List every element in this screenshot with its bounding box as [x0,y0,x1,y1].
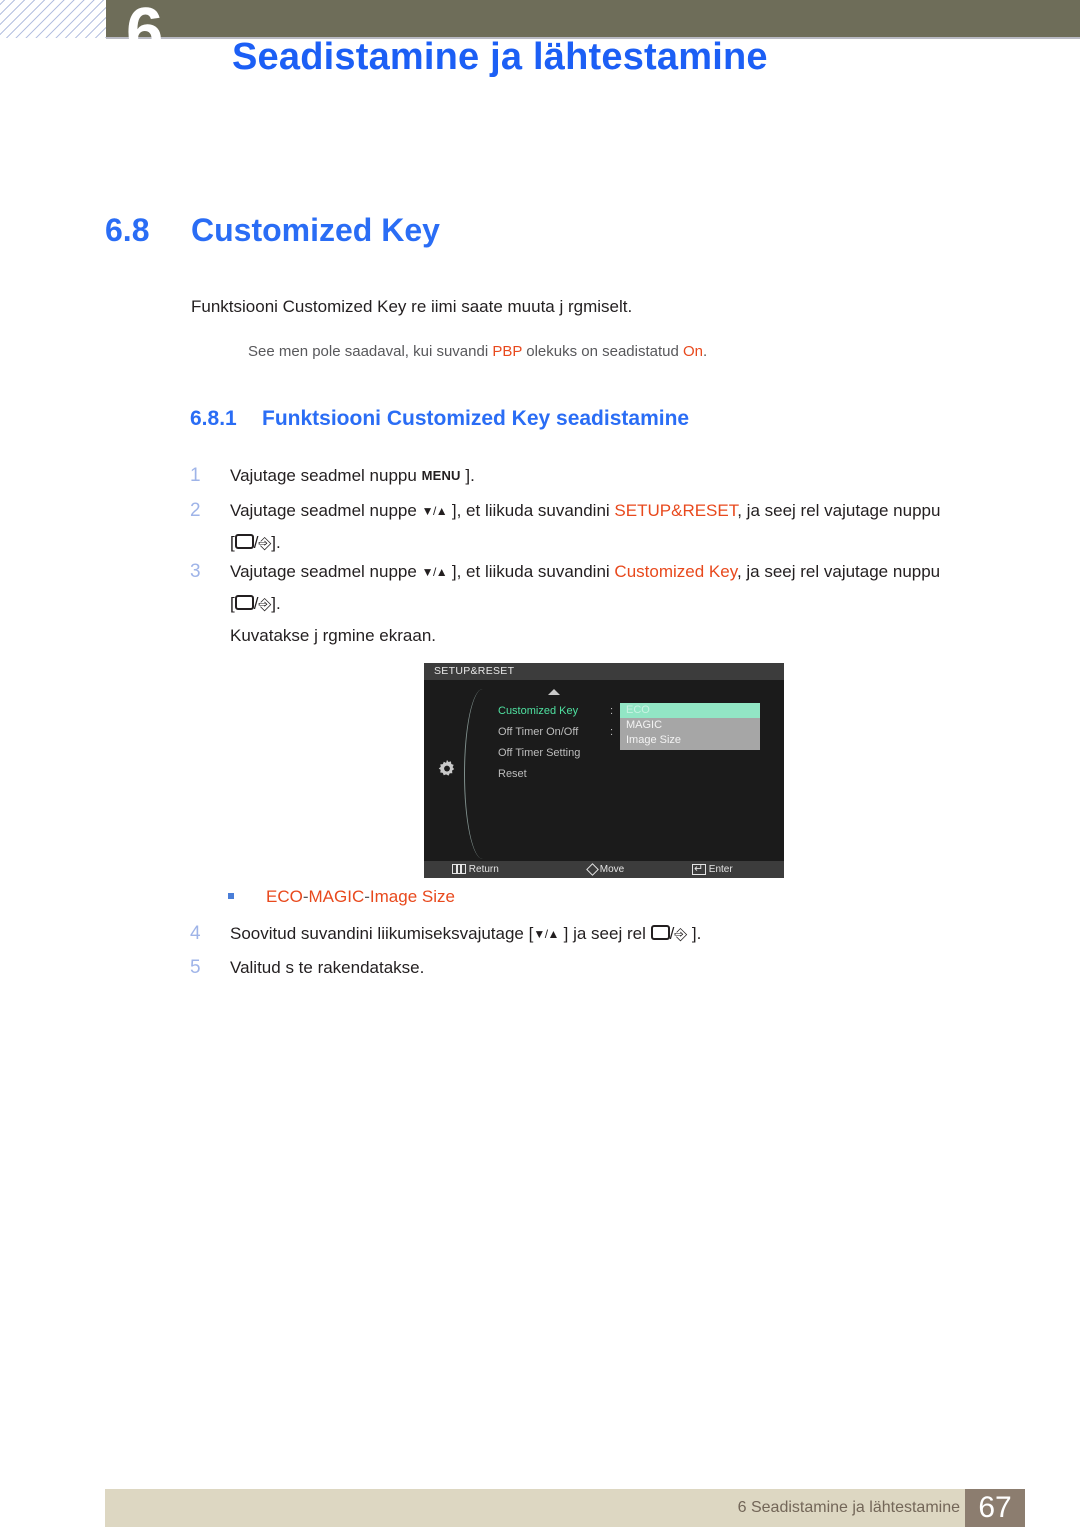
source-button-icon [234,534,254,549]
step-3-bracket-close: ]. [271,594,281,613]
menu-keycap: MENU [421,468,461,483]
osd-dropdown-panel: ECO MAGIC Image Size [620,703,760,750]
osd-move-control[interactable]: Move [586,861,625,878]
footer-chapter-label: 6 Seadistamine ja lähtestamine [737,1499,960,1516]
step-1-text: Vajutage seadmel nuppu MENU ]. [230,460,475,491]
osd-return-label: Return [468,864,499,875]
chapter-band [106,0,1080,37]
step-2-bracket-close: ]. [271,533,281,552]
note-suffix: . [703,343,708,360]
enter-button-icon: ⎆ [258,596,272,613]
bullet-option-eco: ECO [266,887,303,906]
down-up-arrow-keys-icon: ▼/▲ [421,504,448,518]
bullet-option-image-size: Image Size [369,887,455,906]
scroll-up-arrow-icon [548,689,560,695]
page-number-badge: 67 [965,1489,1025,1527]
osd-title-bar: SETUP&RESET [424,663,784,680]
osd-return-control[interactable]: Return [452,861,499,878]
down-up-arrow-keys-icon: ▼/▲ [533,927,559,941]
menu-bars-icon [452,864,466,874]
step-4-post: ] ja seej rel [558,924,651,943]
options-bullet-line: ECO-MAGIC-Image Size [228,887,455,907]
step-2: 2 Vajutage seadmel nuppe ▼/▲ ], et liiku… [190,495,940,559]
osd-colon-column: : : [610,701,620,743]
note-middle: olekuks on seadistatud [522,343,684,360]
step-5-number: 5 [190,957,201,978]
step-2-mid: ], et liikuda suvandini [447,501,615,520]
diamond-navigation-icon [586,863,599,876]
step-4-tail: ]. [687,924,702,943]
step-3-pre: Vajutage seadmel nuppe [230,562,422,581]
source-button-icon [650,925,670,940]
subsection-number: 6.8.1 [190,407,237,430]
osd-option-magic[interactable]: MAGIC [620,718,760,733]
section-title: Customized Key [191,212,440,248]
step-4-mid: vajutage [ [459,924,534,943]
section-note: See men pole saadaval, kui suvandi PBP o… [248,343,707,360]
section-intro-text: Funktsiooni Customized Key re iimi saate… [191,297,633,316]
osd-move-label: Move [599,864,625,875]
osd-option-eco[interactable]: ECO [620,703,760,718]
enter-button-icon: ⎆ [258,535,272,552]
step-3-keyword: Customized Key [614,562,737,581]
step-3-post: , ja seej rel vajutage nuppu [736,562,941,581]
step-3-number: 3 [190,561,201,582]
step-1-post: ]. [460,466,475,485]
step-5: 5 Valitud s te rakendatakse. [190,952,424,983]
subsection-title: Funktsiooni Customized Key seadistamine [262,407,690,430]
section-heading: 6.8 Customized Key [105,212,440,249]
step-1-pre: Vajutage seadmel nuppu [230,466,422,485]
step-3-text: Vajutage seadmel nuppe ▼/▲ ], et liikuda… [230,556,940,588]
enter-button-icon: ⎆ [674,926,688,943]
step-2-keyword: SETUP&RESET [614,501,738,520]
step-4-number: 4 [190,923,201,944]
osd-arc-decoration [464,689,495,859]
osd-colon-1: : [610,705,614,717]
step-4-pre: Soovitud suvandini liikumiseks [230,924,460,943]
bullet-dot-icon [228,893,234,899]
osd-enter-label: Enter [708,864,733,875]
osd-enter-control[interactable]: Enter [692,861,733,878]
step-3: 3 Vajutage seadmel nuppe ▼/▲ ], et liiku… [190,556,940,651]
note-keyword-pbp: PBP [492,343,523,360]
step-3-subline: [/⎆]. [230,588,940,620]
down-up-arrow-keys-icon: ▼/▲ [421,565,448,579]
step-3-mid: ], et liikuda suvandini [447,562,615,581]
section-number: 6.8 [105,212,150,248]
step-2-subline: [/⎆]. [230,527,940,559]
osd-colon-2: : [610,726,614,738]
subsection-heading: 6.8.1 Funktsiooni Customized Key seadista… [190,407,689,431]
step-2-pre: Vajutage seadmel nuppe [230,501,422,520]
note-keyword-on: On [683,343,704,360]
chapter-title: Seadistamine ja lähtestamine [232,36,768,78]
step-5-text: Valitud s te rakendatakse. [230,958,425,977]
osd-option-image-size[interactable]: Image Size [620,733,760,748]
step-4: 4 Soovitud suvandini liikumiseksvajutage… [190,918,701,950]
step-1-number: 1 [190,465,201,486]
step-2-post: , ja seej rel vajutage nuppu [737,501,941,520]
corner-hatch-decoration [0,0,106,38]
bullet-option-magic: MAGIC [308,887,365,906]
osd-screenshot: SETUP&RESET Customized Key Off Timer On/… [424,663,784,878]
step-3-extra-text: Kuvatakse j rgmine ekraan. [230,626,436,645]
step-2-text: Vajutage seadmel nuppe ▼/▲ ], et liikuda… [230,495,940,527]
step-1: 1 Vajutage seadmel nuppu MENU ]. [190,460,475,491]
chapter-number: 6 [126,0,163,69]
note-prefix: See men pole saadaval, kui suvandi [248,343,493,360]
source-button-icon [234,595,254,610]
osd-menu-item-reset[interactable]: Reset [498,764,648,785]
step-4-text: Soovitud suvandini liikumiseksvajutage [… [230,918,701,950]
enter-key-icon [692,861,706,878]
gear-icon [438,759,455,776]
osd-footer-bar: Return Move Enter [424,861,784,878]
step-2-number: 2 [190,500,201,521]
